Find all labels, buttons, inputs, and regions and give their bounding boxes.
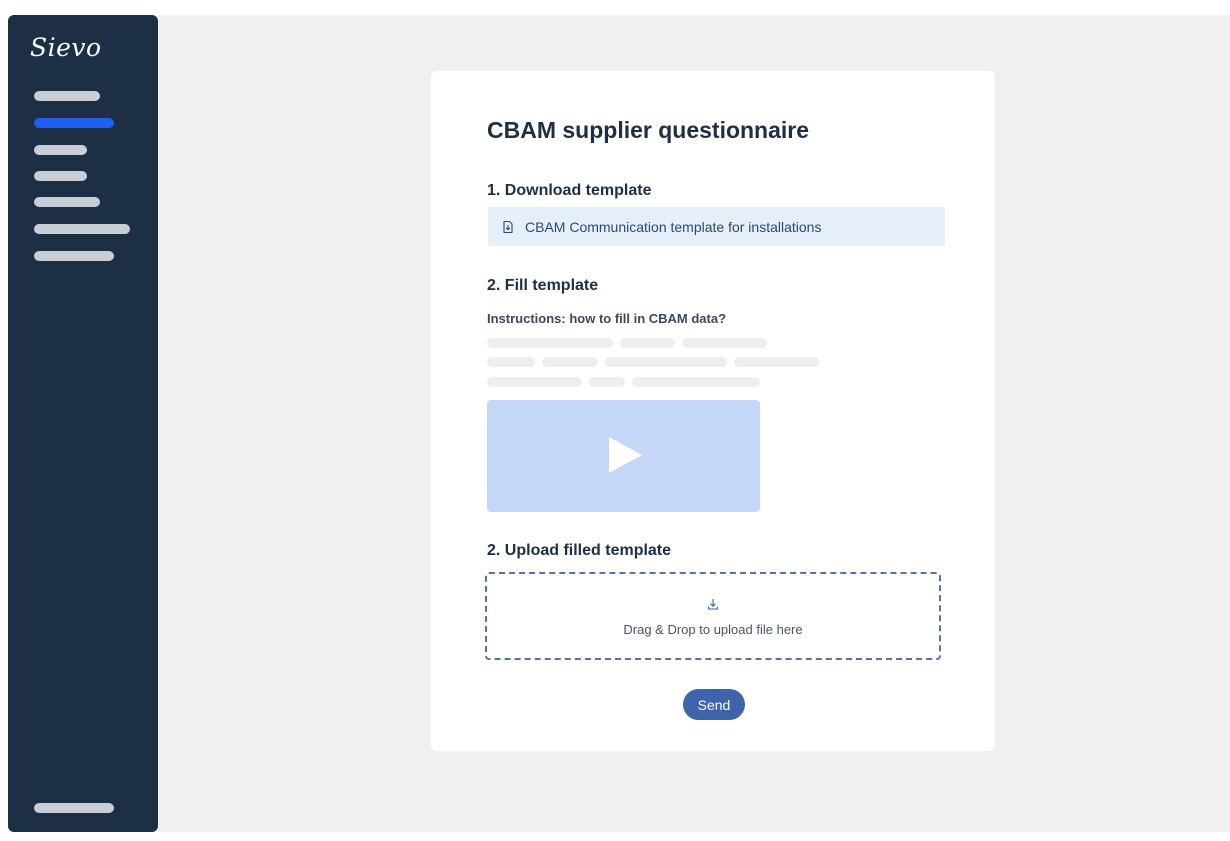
- instructions-label: Instructions: how to fill in CBAM data?: [487, 311, 727, 326]
- text-skeleton: [589, 377, 625, 387]
- sidebar-item-6[interactable]: [34, 224, 130, 234]
- text-skeleton: [620, 338, 675, 348]
- step2-heading: 2. Fill template: [487, 277, 599, 294]
- text-skeleton: [542, 357, 598, 367]
- file-dropzone[interactable]: Drag & Drop to upload file here: [485, 572, 941, 660]
- sidebar-footer-item[interactable]: [34, 803, 114, 813]
- template-link-label: CBAM Communication template for installa…: [525, 218, 822, 235]
- text-skeleton: [682, 338, 767, 348]
- file-download-icon: [501, 220, 515, 234]
- text-skeleton: [605, 357, 727, 367]
- step3-heading: 2. Upload filled template: [487, 542, 672, 559]
- sidebar-item-5[interactable]: [34, 197, 100, 207]
- sidebar-item-2-active[interactable]: [34, 118, 114, 128]
- step1-heading: 1. Download template: [487, 182, 652, 199]
- page-title: CBAM supplier questionnaire: [487, 117, 810, 143]
- main-content: CBAM supplier questionnaire 1. Download …: [158, 15, 1230, 832]
- send-button[interactable]: Send: [683, 689, 745, 720]
- text-skeleton: [487, 338, 613, 348]
- play-icon[interactable]: [609, 437, 642, 473]
- text-skeleton: [734, 357, 819, 367]
- dropzone-text: Drag & Drop to upload file here: [623, 622, 803, 637]
- text-skeleton: [632, 377, 760, 387]
- download-arrow-icon: [706, 597, 720, 611]
- instruction-video-player[interactable]: [487, 400, 760, 512]
- sidebar: Sievo: [8, 15, 158, 832]
- sidebar-item-4[interactable]: [34, 171, 87, 181]
- template-download-link[interactable]: CBAM Communication template for installa…: [488, 207, 945, 246]
- sidebar-item-7[interactable]: [34, 251, 114, 261]
- questionnaire-card: CBAM supplier questionnaire 1. Download …: [431, 71, 995, 751]
- sievo-logo[interactable]: Sievo: [30, 33, 102, 62]
- sidebar-item-3[interactable]: [34, 145, 87, 155]
- sidebar-item-1[interactable]: [34, 91, 100, 101]
- text-skeleton: [487, 357, 535, 367]
- text-skeleton: [487, 377, 582, 387]
